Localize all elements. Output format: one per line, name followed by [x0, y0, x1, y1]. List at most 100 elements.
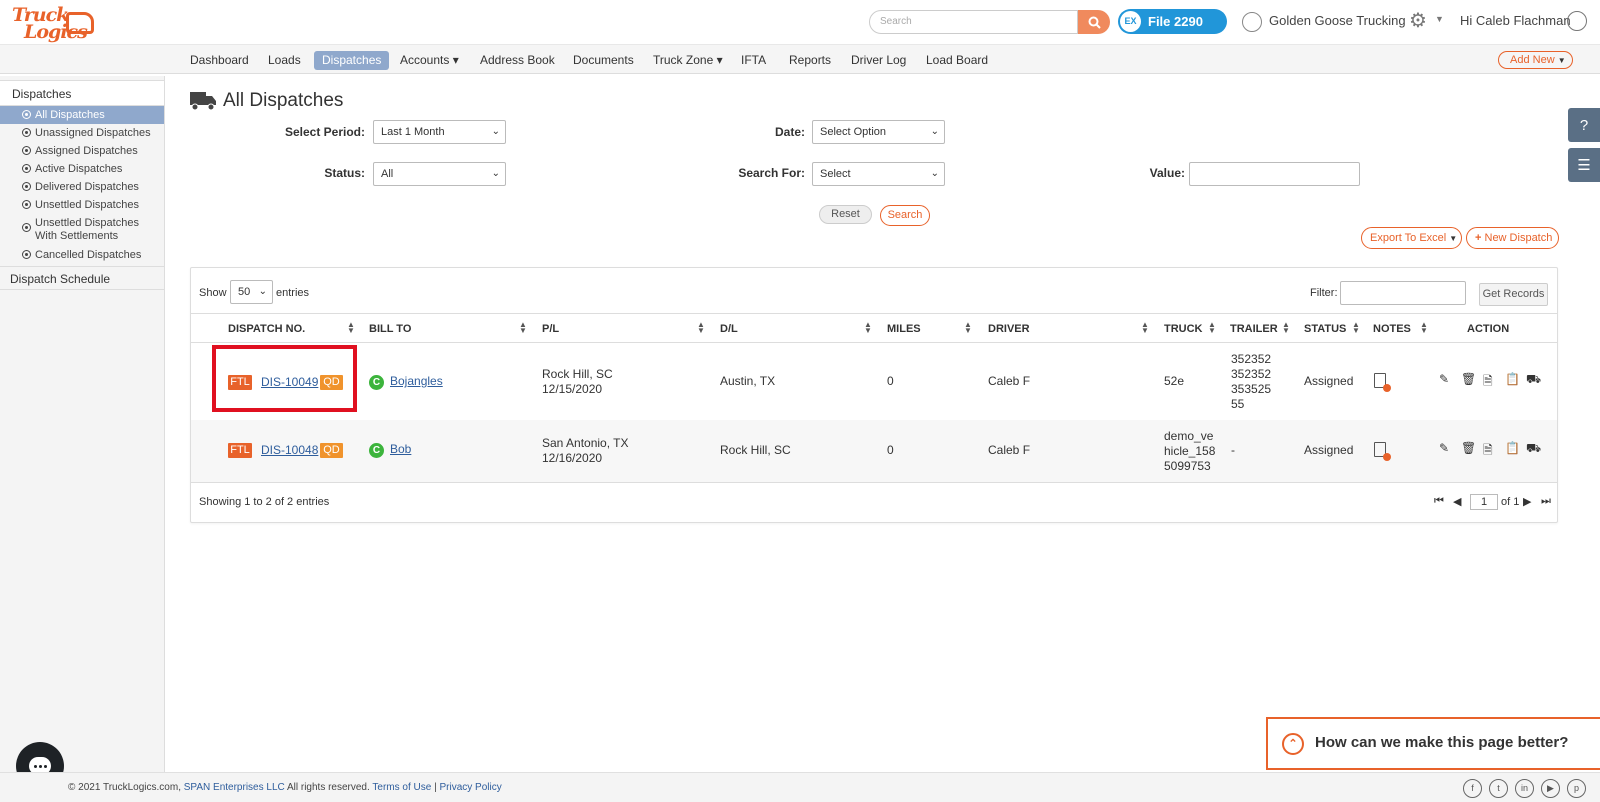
footer-terms-link[interactable]: Terms of Use	[372, 782, 431, 793]
sidebar-item-unsettled[interactable]: Unsettled Dispatches	[0, 196, 164, 214]
sidebar-item-label: All Dispatches	[35, 109, 105, 121]
new-dispatch-button[interactable]: + New Dispatch	[1466, 227, 1559, 249]
help-widget[interactable]: ?	[1568, 108, 1600, 142]
sort-icon[interactable]: ▲ ▼	[1352, 321, 1360, 335]
sort-icon[interactable]: ▲ ▼	[697, 321, 705, 335]
page-number-input[interactable]: 1	[1470, 494, 1498, 510]
trucklogics-logo[interactable]: Truck Logics	[10, 4, 94, 43]
col-bill-to[interactable]: BILL TO	[369, 323, 411, 335]
nav-address-book[interactable]: Address Book	[472, 51, 563, 70]
company-name[interactable]: Golden Goose Trucking	[1269, 13, 1406, 28]
delete-icon[interactable]: 🗑	[1461, 441, 1476, 455]
notes-icon[interactable]	[1374, 373, 1391, 392]
sort-icon[interactable]: ▲ ▼	[1141, 321, 1149, 335]
nav-loads[interactable]: Loads	[260, 51, 309, 70]
nav-documents[interactable]: Documents	[565, 51, 642, 70]
youtube-icon[interactable]: ▶	[1541, 779, 1560, 798]
footer-privacy-link[interactable]: Privacy Policy	[439, 782, 501, 793]
sort-icon[interactable]: ▲ ▼	[1208, 321, 1216, 335]
sidebar-item-active[interactable]: Active Dispatches	[0, 160, 164, 178]
first-page-icon[interactable]: ⏮	[1434, 495, 1444, 508]
user-avatar-icon[interactable]	[1567, 11, 1587, 31]
trailer-line: 352352	[1231, 352, 1272, 366]
truck-action-icon[interactable]: ⛟	[1526, 372, 1541, 388]
edit-icon[interactable]: ✎	[1439, 441, 1449, 455]
notes-icon[interactable]	[1374, 442, 1391, 461]
delete-icon[interactable]: 🗑	[1461, 372, 1476, 386]
get-records-button[interactable]: Get Records	[1479, 283, 1548, 306]
last-page-icon[interactable]: ⏭	[1541, 495, 1551, 508]
truck-action-icon[interactable]: ⛟	[1526, 441, 1541, 457]
sidebar-item-all-dispatches[interactable]: All Dispatches	[0, 106, 164, 124]
status-dropdown[interactable]: All ⌄	[373, 162, 506, 186]
chevron-down-icon: ⌄	[491, 126, 500, 137]
col-driver[interactable]: DRIVER	[988, 323, 1030, 335]
linkedin-icon[interactable]: in	[1515, 779, 1534, 798]
file-2290-button[interactable]: EX File 2290 Now	[1118, 9, 1227, 54]
nav-reports[interactable]: Reports	[781, 51, 839, 70]
col-status[interactable]: STATUS	[1304, 323, 1346, 335]
facebook-icon[interactable]: f	[1463, 779, 1482, 798]
filter-input[interactable]	[1340, 281, 1466, 305]
dispatch-number-link[interactable]: DIS-10048	[261, 443, 318, 458]
value-input[interactable]	[1189, 162, 1360, 186]
sort-icon[interactable]: ▲ ▼	[964, 321, 972, 335]
col-truck[interactable]: TRUCK	[1164, 323, 1203, 335]
next-page-icon[interactable]: ▶	[1523, 495, 1531, 508]
search-button[interactable]	[1078, 10, 1110, 34]
footer-company-link[interactable]: SPAN Enterprises LLC	[184, 782, 285, 793]
bill-to-link[interactable]: Bob	[390, 442, 411, 457]
sort-icon[interactable]: ▲ ▼	[519, 321, 527, 335]
sidebar-header[interactable]: Dispatches	[0, 80, 164, 106]
edit-icon[interactable]: ✎	[1439, 372, 1449, 386]
export-to-excel-button[interactable]: Export To Excel ▼	[1361, 227, 1462, 249]
nav-ifta[interactable]: IFTA	[733, 51, 774, 70]
entries-dropdown[interactable]: 50 ⌄	[230, 280, 273, 304]
nav-dispatches[interactable]: Dispatches	[314, 51, 390, 70]
sort-icon[interactable]: ▲ ▼	[1420, 321, 1428, 335]
nav-dashboard[interactable]: Dashboard	[182, 51, 257, 70]
report-icon[interactable]: 📋	[1505, 441, 1520, 455]
date-label: Date:	[774, 125, 805, 139]
truck-line: demo_ve	[1164, 429, 1214, 443]
report-icon[interactable]: 📋	[1505, 372, 1520, 386]
search-filter-button[interactable]: Search	[880, 205, 930, 226]
prev-page-icon[interactable]: ◀	[1453, 495, 1461, 508]
gear-icon[interactable]: ⚙	[1409, 11, 1427, 31]
col-pl[interactable]: P/L	[542, 323, 559, 335]
sidebar-item-cancelled[interactable]: Cancelled Dispatches	[0, 246, 164, 264]
document-icon[interactable]: 🗎	[1483, 372, 1493, 393]
document-icon[interactable]: 🗎	[1483, 441, 1493, 462]
nav-driver-log[interactable]: Driver Log	[843, 51, 914, 70]
nav-truck-zone[interactable]: Truck Zone ▾	[645, 51, 731, 70]
bill-to-link[interactable]: Bojangles	[390, 374, 443, 389]
col-miles[interactable]: MILES	[887, 323, 921, 335]
search-for-dropdown[interactable]: Select ⌄	[812, 162, 945, 186]
nav-accounts[interactable]: Accounts ▾	[392, 51, 467, 70]
sidebar-item-unassigned[interactable]: Unassigned Dispatches	[0, 124, 164, 142]
col-notes[interactable]: NOTES	[1373, 323, 1411, 335]
user-greeting[interactable]: Hi Caleb Flachman	[1460, 13, 1571, 28]
sidebar-item-dispatch-schedule[interactable]: Dispatch Schedule	[0, 266, 164, 290]
sort-icon[interactable]: ▲ ▼	[864, 321, 872, 335]
nav-load-board[interactable]: Load Board	[918, 51, 996, 70]
sort-icon[interactable]: ▲ ▼	[1282, 321, 1290, 335]
feedback-widget[interactable]: ⌃ How can we make this page better?	[1266, 717, 1600, 770]
select-period-dropdown[interactable]: Last 1 Month ⌄	[373, 120, 506, 144]
sidebar-item-assigned[interactable]: Assigned Dispatches	[0, 142, 164, 160]
col-dl[interactable]: D/L	[720, 323, 738, 335]
pinterest-icon[interactable]: p	[1567, 779, 1586, 798]
sidebar-item-unsettled-with-settlements[interactable]: Unsettled Dispatches With Settlements	[0, 214, 164, 246]
footer-rights: All rights reserved.	[286, 782, 370, 793]
sort-icon[interactable]: ▲ ▼	[347, 321, 355, 335]
global-search-input[interactable]: Search	[869, 10, 1078, 34]
chevron-down-icon[interactable]: ▼	[1435, 14, 1444, 24]
checklist-widget[interactable]: ☰	[1568, 148, 1600, 182]
sidebar-item-delivered[interactable]: Delivered Dispatches	[0, 178, 164, 196]
col-trailer[interactable]: TRAILER	[1230, 323, 1278, 335]
reset-button[interactable]: Reset	[819, 205, 872, 224]
add-new-button[interactable]: Add New ▼	[1498, 51, 1573, 69]
col-dispatch-no[interactable]: DISPATCH NO.	[228, 323, 305, 335]
twitter-icon[interactable]: t	[1489, 779, 1508, 798]
date-dropdown[interactable]: Select Option ⌄	[812, 120, 945, 144]
